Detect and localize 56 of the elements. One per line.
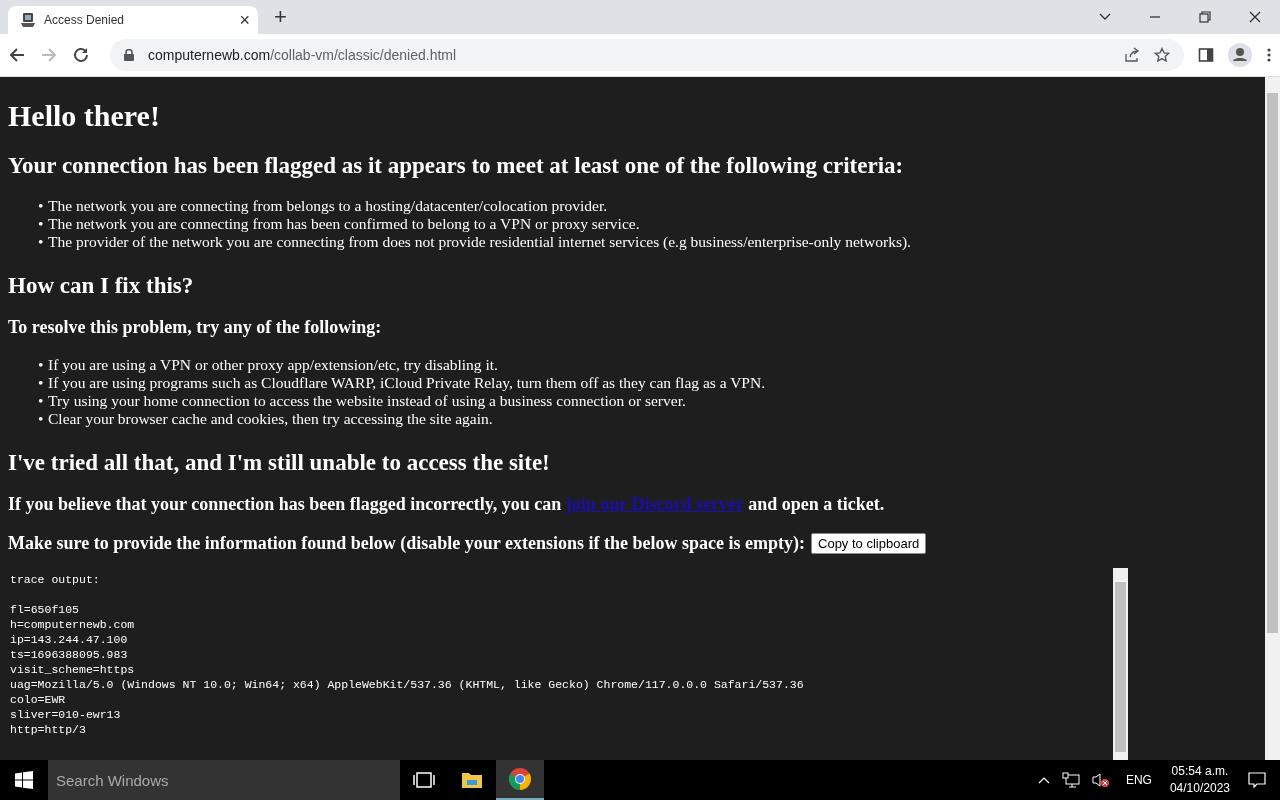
network-icon[interactable] <box>1061 772 1080 788</box>
bullet: • <box>38 410 45 428</box>
subheading: To resolve this problem, try any of the following: <box>8 317 383 338</box>
language-indicator[interactable]: ENG <box>1125 773 1152 787</box>
section-heading: Your connection has been flagged as it appears to meet at least one of the following criteria: <box>8 153 905 179</box>
clock-date[interactable]: 04/10/2023 <box>1169 780 1230 797</box>
computer-icon <box>20 12 36 28</box>
address-bar[interactable]: computernewb.com/collab-vm/classic/denied.html <box>110 39 1184 71</box>
taskbar-app-button[interactable] <box>496 760 544 800</box>
fix-item: If you are using programs such as Cloudflare WARP, iCloud Private Relay, turn them off as they can flag as a VPN. <box>48 374 766 392</box>
page-scrollbar[interactable] <box>1265 77 1280 760</box>
bullet: • <box>38 356 45 374</box>
lock-icon <box>124 49 134 61</box>
windows-start-icon[interactable] <box>15 771 33 789</box>
browser-logo-icon <box>508 767 532 791</box>
section-heading: I've tried all that, and I'm still unable to access the site! <box>8 450 551 476</box>
copy-button[interactable]: Copy to clipboard <box>811 533 927 554</box>
section-heading: How can I fix this? <box>8 273 195 299</box>
fix-item: If you are using a VPN or other proxy app/extension/etc, try disabling it. <box>48 356 498 374</box>
task-view-icon[interactable] <box>413 771 435 789</box>
reload-icon[interactable] <box>72 46 90 64</box>
bullet: • <box>38 197 45 215</box>
new-tab-button[interactable]: + <box>274 4 287 30</box>
bullet: • <box>38 392 45 410</box>
share-icon[interactable] <box>1124 47 1140 63</box>
trace-header: trace output: <box>10 572 100 587</box>
bullet: • <box>38 374 45 392</box>
scrollbar[interactable] <box>1113 568 1128 760</box>
criteria-item: The network you are connecting from has been confirmed to belong to a VPN or proxy service. <box>48 215 640 233</box>
page-heading: Hello there! <box>8 99 161 133</box>
fix-item: Clear your browser cache and cookies, then try accessing the site again. <box>48 410 493 428</box>
menu-icon[interactable] <box>1266 47 1272 63</box>
close-tab-button[interactable]: × <box>239 9 250 31</box>
trace-text: fl=650f105 h=computernewb.com ip=143.244.47.100 ts=1696388095.983 visit_scheme=https uag=Mozilla/5.0 (Windows NT 10.0; Win64; x64) AppleWebKit/537.36 (KHTML, like Gecko) Chrome/117.0.0.0 Safari/537.36 colo=EWR sliver=010-ewr13 http=http/3 <box>10 602 804 737</box>
instruction-text: Make sure to provide the information found below (disable your extensions if the below space is empty): <box>8 533 805 554</box>
browser-tab[interactable]: Access Denied × <box>8 6 258 34</box>
fix-item: Try using your home connection to access the website instead of using a business connection or server. <box>48 392 686 410</box>
url-text: computernewb.com/collab-vm/classic/denied.html <box>148 47 457 63</box>
notification-icon[interactable] <box>1248 771 1266 789</box>
side-panel-icon[interactable] <box>1198 47 1214 63</box>
restore-icon[interactable] <box>1198 10 1212 24</box>
muted-speaker-icon[interactable] <box>1091 772 1110 788</box>
criteria-item: The provider of the network you are connecting from does not provide residential internet services (e.g business/enterprise-only networks). <box>48 233 911 251</box>
back-arrow-icon[interactable] <box>8 46 26 64</box>
tab-title: Access Denied <box>44 13 126 27</box>
bullet: • <box>38 233 45 251</box>
search-field[interactable]: Search Windows <box>48 760 400 800</box>
chevron-up-icon[interactable] <box>1037 776 1050 784</box>
profile-icon[interactable] <box>1228 43 1252 67</box>
bullet: • <box>38 215 45 233</box>
clock-time[interactable]: 05:54 a.m. <box>1171 763 1229 780</box>
folder-icon[interactable] <box>461 771 483 789</box>
star-icon[interactable] <box>1154 47 1170 63</box>
ticket-paragraph: If you believe that your connection has been flagged incorrectly, you can join our Discord server and open a ticket. <box>8 494 886 515</box>
criteria-item: The network you are connecting from belongs to a hosting/datacenter/colocation provider. <box>48 197 608 215</box>
close-icon[interactable] <box>1248 10 1262 24</box>
